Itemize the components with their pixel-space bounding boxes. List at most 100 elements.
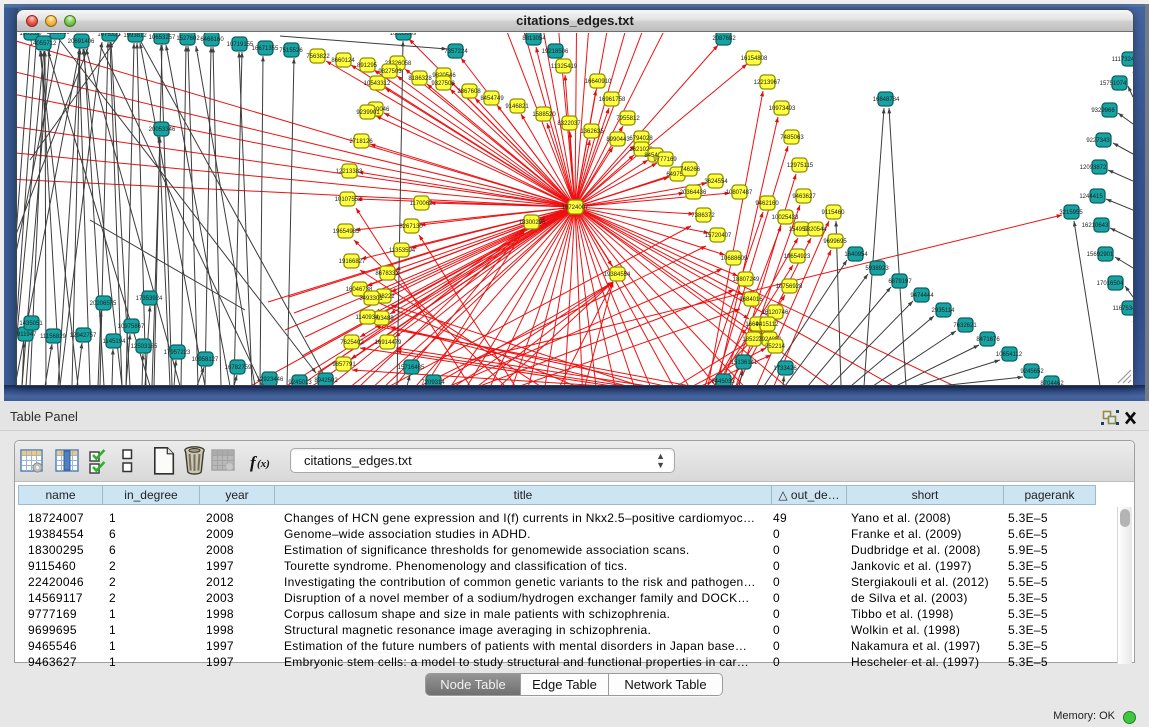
svg-text:14055712: 14055712 — [30, 41, 57, 47]
svg-text:2087682: 2087682 — [712, 36, 736, 42]
svg-text:8322037: 8322037 — [557, 121, 581, 127]
svg-text:17957223: 17957223 — [164, 350, 191, 356]
svg-text:16640910: 16640910 — [585, 79, 612, 85]
svg-text:19166827: 19166827 — [339, 259, 366, 265]
svg-text:18724007: 18724007 — [562, 205, 589, 211]
svg-text:746266: 746266 — [680, 167, 701, 173]
svg-text:16914479: 16914479 — [375, 340, 402, 346]
svg-text:9115460: 9115460 — [822, 210, 846, 216]
svg-text:15716485: 15716485 — [398, 365, 425, 371]
svg-text:9827503: 9827503 — [378, 69, 402, 75]
svg-text:8660124: 8660124 — [331, 58, 355, 64]
svg-text:8186328: 8186328 — [408, 76, 432, 82]
svg-text:9245013: 9245013 — [288, 380, 312, 385]
svg-text:15136141: 15136141 — [731, 360, 758, 366]
svg-text:1244415: 1244415 — [1079, 194, 1103, 200]
svg-text:10025433: 10025433 — [772, 215, 799, 221]
svg-text:10653257: 10653257 — [149, 35, 176, 41]
svg-text:7209314: 7209314 — [421, 380, 445, 385]
svg-text:1733426: 1733426 — [773, 366, 797, 372]
svg-text:9329966: 9329966 — [1091, 108, 1115, 114]
svg-text:8942502: 8942502 — [314, 378, 338, 384]
svg-text:1362635: 1362635 — [580, 129, 604, 135]
svg-text:19384554: 19384554 — [604, 272, 631, 278]
svg-text:9239901: 9239901 — [356, 110, 380, 116]
svg-text:8704462: 8704462 — [1040, 381, 1064, 385]
svg-text:3624554: 3624554 — [704, 179, 728, 185]
svg-text:1527602: 1527602 — [176, 36, 200, 42]
svg-text:10756928: 10756928 — [776, 284, 803, 290]
svg-text:10973493: 10973493 — [769, 106, 796, 112]
svg-text:12975115: 12975115 — [787, 163, 814, 169]
svg-text:7632621: 7632621 — [953, 323, 977, 329]
svg-text:8454749: 8454749 — [480, 96, 504, 102]
svg-text:9462160: 9462160 — [755, 201, 779, 207]
svg-text:7515526: 7515526 — [279, 48, 303, 54]
svg-text:8267130: 8267130 — [399, 224, 423, 230]
svg-text:1170062: 1170062 — [410, 201, 434, 207]
svg-text:7357224: 7357224 — [444, 49, 468, 55]
svg-text:7485063: 7485063 — [780, 135, 804, 141]
svg-text:8990443: 8990443 — [606, 137, 630, 143]
svg-text:20053346: 20053346 — [149, 127, 176, 133]
svg-text:1435051: 1435051 — [19, 321, 43, 327]
svg-text:1623359: 1623359 — [46, 33, 70, 36]
svg-text:10688609: 10688609 — [721, 256, 748, 262]
svg-text:9445033: 9445033 — [711, 379, 735, 385]
svg-text:5938923: 5938923 — [865, 266, 889, 272]
svg-text:16648784: 16648784 — [873, 97, 900, 103]
svg-text:7625402: 7625402 — [340, 340, 364, 346]
svg-text:12093872: 12093872 — [1080, 165, 1107, 171]
svg-text:20364436: 20364436 — [680, 190, 707, 196]
svg-text:10975867: 10975867 — [118, 324, 145, 330]
svg-text:1640954: 1640954 — [844, 252, 868, 258]
svg-text:9245652: 9245652 — [1020, 369, 1044, 375]
svg-text:9227343: 9227343 — [1086, 138, 1110, 144]
svg-text:(x): (x) — [257, 458, 270, 470]
svg-text:15751074: 15751074 — [1100, 81, 1127, 87]
svg-text:9463627: 9463627 — [792, 194, 816, 200]
svg-text:9777169: 9777169 — [653, 157, 677, 163]
svg-text:7563822: 7563822 — [306, 54, 330, 60]
svg-text:11325419: 11325419 — [551, 64, 578, 70]
svg-text:1140934: 1140934 — [356, 315, 380, 321]
svg-text:16671355: 16671355 — [252, 46, 279, 52]
svg-text:1167534: 1167534 — [1113, 306, 1133, 312]
svg-text:12923446: 12923446 — [257, 377, 284, 383]
svg-text:1588520: 1588520 — [532, 112, 556, 118]
svg-text:1145194: 1145194 — [103, 339, 127, 345]
svg-text:11156829: 11156829 — [40, 334, 66, 340]
svg-text:18807249: 18807249 — [733, 277, 760, 283]
svg-text:10807487: 10807487 — [726, 190, 753, 196]
svg-text:16210643: 16210643 — [1082, 223, 1109, 229]
svg-text:11353594: 11353594 — [389, 248, 416, 254]
svg-text:19654923: 19654923 — [784, 254, 811, 260]
svg-text:1993812: 1993812 — [123, 33, 147, 39]
svg-text:15720407: 15720407 — [705, 233, 732, 239]
svg-text:3215955: 3215955 — [1059, 210, 1083, 216]
svg-text:12213383: 12213383 — [336, 169, 363, 175]
svg-text:9415112: 9415112 — [756, 322, 780, 328]
svg-text:6466160: 6466160 — [200, 37, 224, 43]
svg-text:9699695: 9699695 — [823, 239, 847, 245]
svg-text:8471676: 8471676 — [976, 337, 1000, 343]
svg-text:12213967: 12213967 — [754, 80, 781, 86]
svg-text:891295: 891295 — [357, 63, 378, 69]
svg-text:8678332: 8678332 — [375, 271, 399, 277]
svg-text:10958127: 10958127 — [192, 357, 219, 363]
svg-text:19654985: 19654985 — [333, 229, 360, 235]
svg-text:1117324: 1117324 — [1112, 57, 1133, 63]
svg-text:18300295: 18300295 — [519, 220, 546, 226]
svg-text:2935114: 2935114 — [932, 308, 956, 314]
svg-text:2867608: 2867608 — [457, 89, 481, 95]
svg-text:9474444: 9474444 — [910, 293, 934, 299]
svg-text:9684016: 9684016 — [739, 297, 763, 303]
svg-text:9857791: 9857791 — [332, 362, 356, 368]
svg-text:16154808: 16154808 — [741, 56, 768, 62]
svg-text:9320544: 9320544 — [803, 227, 827, 233]
svg-text:20691406: 20691406 — [68, 39, 95, 45]
svg-text:9327508: 9327508 — [431, 81, 455, 87]
svg-text:17353924: 17353924 — [136, 296, 163, 302]
svg-text:1075323: 1075323 — [97, 33, 121, 38]
svg-text:3911947: 3911947 — [17, 332, 37, 338]
